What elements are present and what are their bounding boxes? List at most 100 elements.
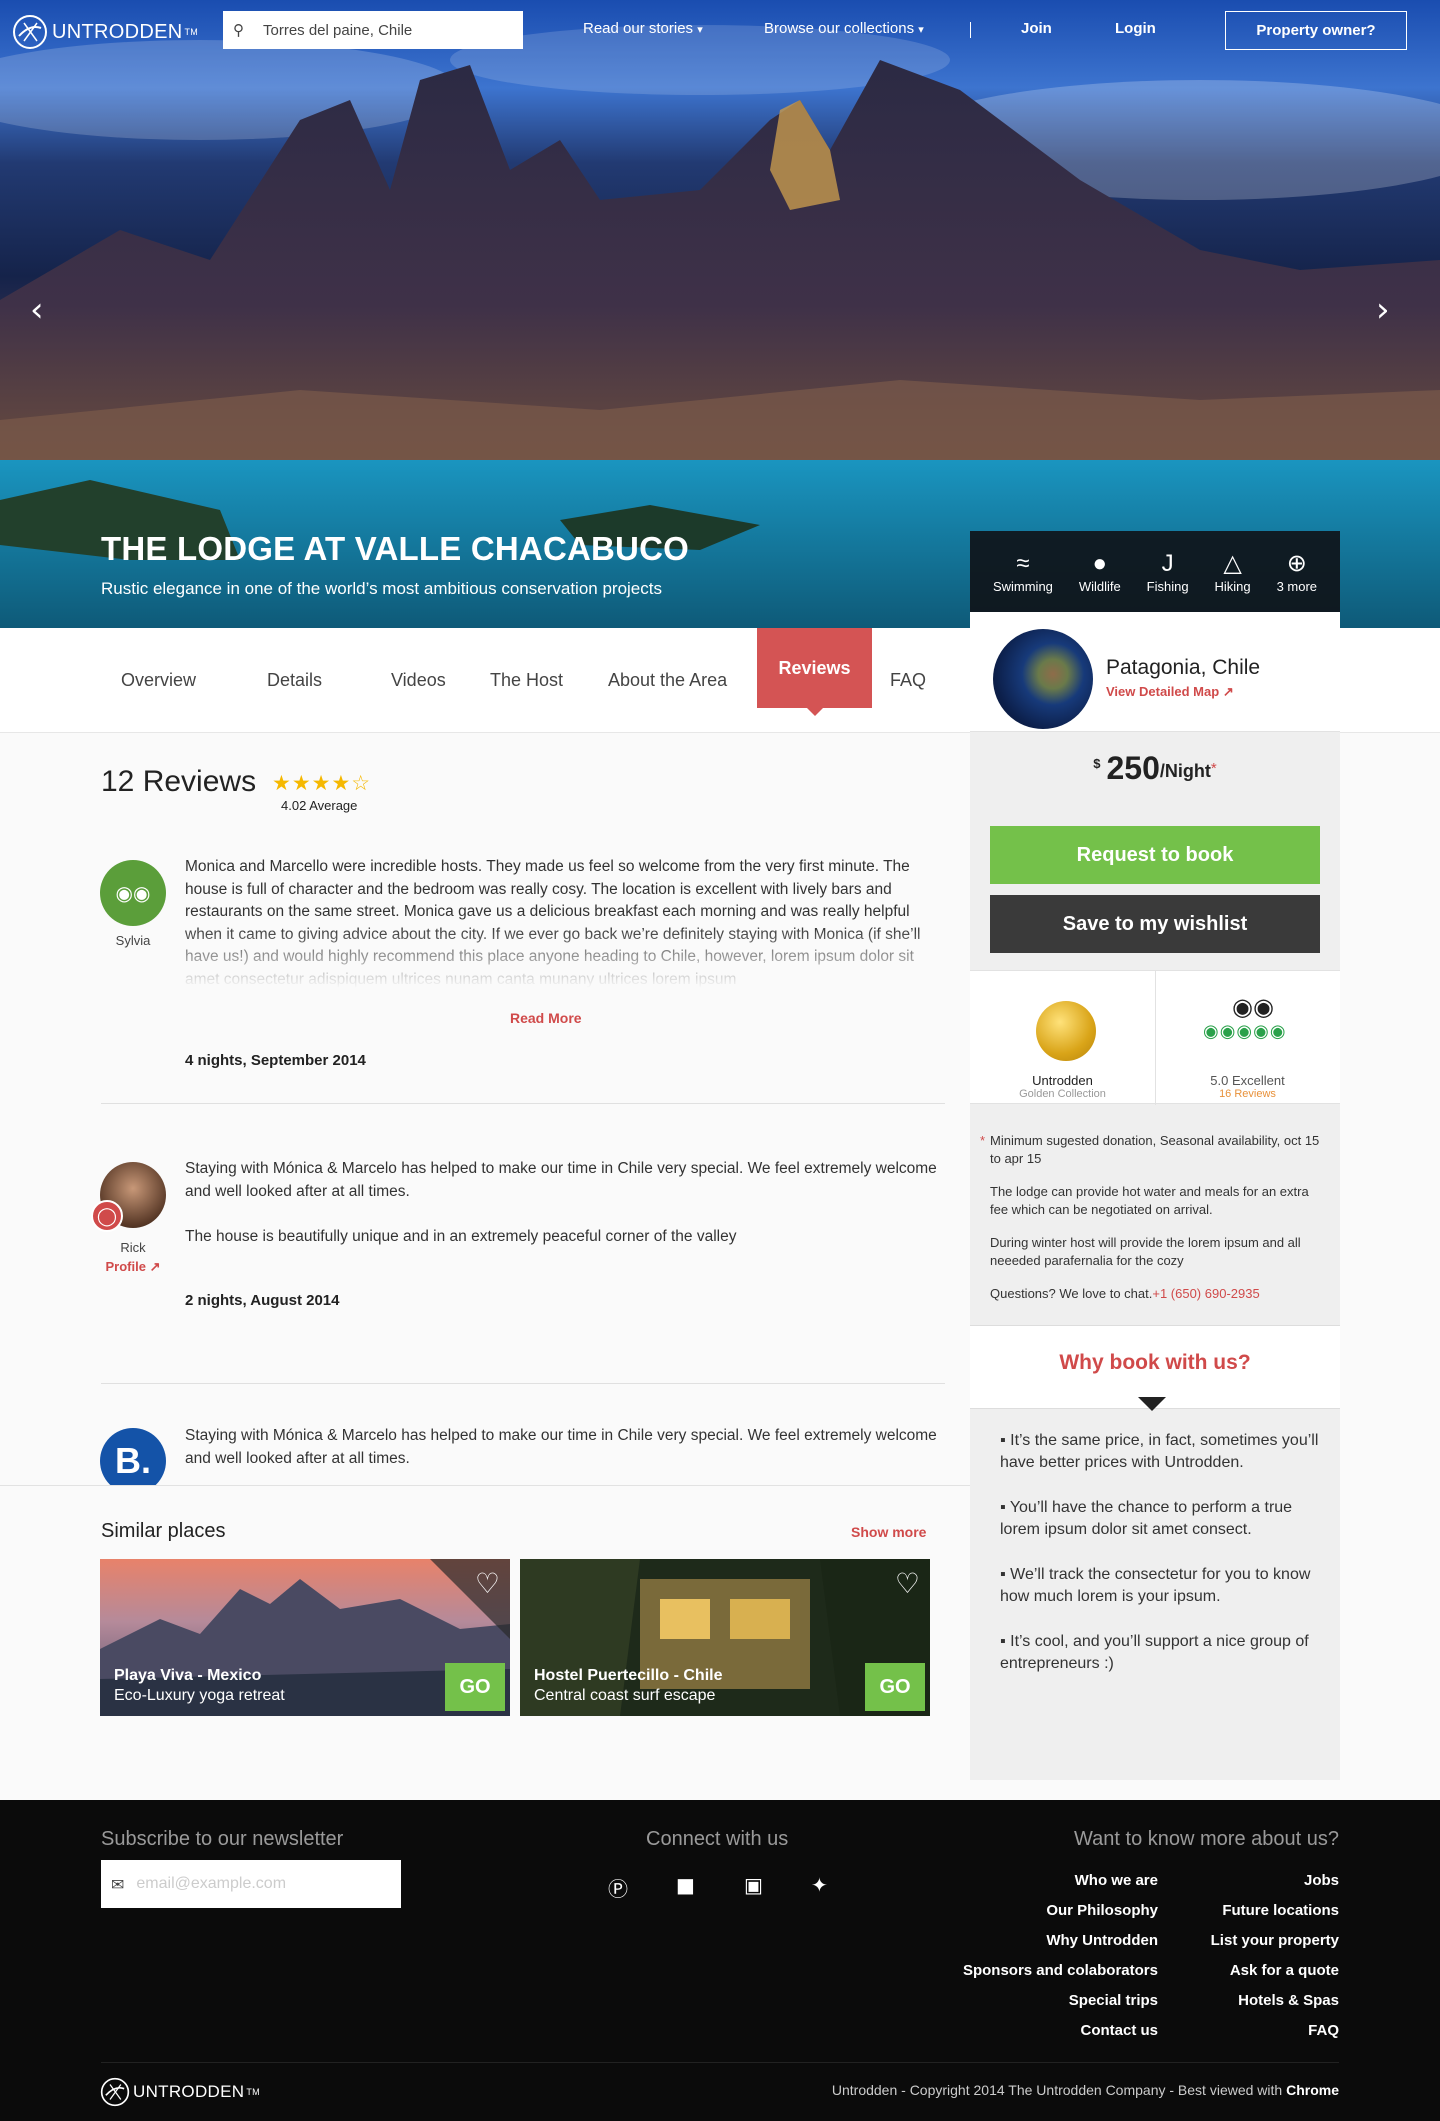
logo-tm: TM — [184, 27, 199, 37]
reviews-heading: 12 Reviews — [101, 765, 257, 798]
tripadvisor-avatar-icon: ◉◉ — [100, 860, 166, 926]
amenity-wildlife[interactable]: ● Wildlife — [1079, 531, 1121, 612]
page-title: THE LODGE AT VALLE CHACABUCO — [101, 530, 689, 567]
similar-card[interactable]: ♡ Hostel Puertecillo - Chile Central coa… — [520, 1559, 930, 1716]
page-subtitle: Rustic elegance in one of the world’s mo… — [101, 579, 662, 598]
nav-stories-link[interactable]: Read our stories ▾ — [583, 20, 703, 37]
login-link[interactable]: Login — [1115, 20, 1156, 37]
tripadvisor-review-count[interactable]: 16 Reviews — [1155, 1088, 1340, 1100]
heart-icon[interactable]: ♡ — [895, 1567, 920, 1600]
tripadvisor-owl-icon: ◉◉ — [1232, 993, 1274, 1021]
footer-link[interactable]: Future locations — [1170, 1902, 1339, 1932]
instagram-icon[interactable]: ▣ — [744, 1873, 763, 1897]
footer-link[interactable]: Ask for a quote — [1170, 1962, 1339, 1992]
review-divider — [101, 1103, 945, 1104]
logo-icon — [13, 15, 47, 49]
booking-notes: * Minimum sugested donation, Seasonal ava… — [980, 1132, 1320, 1318]
go-button[interactable]: GO — [445, 1663, 505, 1711]
badges-panel: Untrodden Golden Collection ◉◉ ◉◉◉◉◉ 5.0… — [970, 970, 1340, 1105]
tab-videos[interactable]: Videos — [391, 670, 446, 691]
more-about-title: Want to know more about us? — [1074, 1828, 1339, 1850]
logo-icon — [100, 2077, 130, 2107]
carousel-prev-icon[interactable]: ‹ — [30, 290, 44, 330]
footer-link[interactable]: Who we are — [900, 1872, 1158, 1902]
search-input[interactable]: ⚲ Torres del paine, Chile — [223, 11, 523, 49]
tab-the-host[interactable]: The Host — [490, 670, 563, 691]
footer-logo[interactable]: UNTRODDEN TM — [100, 2077, 260, 2107]
footer-link[interactable]: Why Untrodden — [900, 1932, 1158, 1962]
stay-duration: 4 nights, September 2014 — [185, 1052, 366, 1069]
go-button[interactable]: GO — [865, 1663, 925, 1711]
card-subtitle: Central coast surf escape — [534, 1687, 716, 1704]
footer-links-right: Jobs Future locations List your property… — [1170, 1872, 1339, 2052]
bullet-icon: ▪ — [1000, 1633, 1011, 1650]
carousel-next-icon[interactable]: › — [1376, 290, 1390, 330]
tab-overview[interactable]: Overview — [121, 670, 196, 691]
join-link[interactable]: Join — [1021, 20, 1052, 37]
card-title: Hostel Puertecillo - Chile — [534, 1667, 723, 1684]
note-asterisk: * — [980, 1133, 986, 1148]
location-panel: Patagonia, Chile View Detailed Map ↗ — [970, 612, 1340, 732]
tripadvisor-rating-icon: ◉◉◉◉◉ — [1203, 1021, 1287, 1042]
active-tab-caret — [806, 707, 824, 716]
footer-link[interactable]: FAQ — [1170, 2022, 1339, 2052]
review-text: Monica and Marcello were incredible host… — [185, 856, 945, 988]
logo-text: UNTRODDEN — [52, 20, 183, 43]
tab-details[interactable]: Details — [267, 670, 322, 691]
facebook-icon[interactable]: ■ — [676, 1873, 695, 1897]
similar-card[interactable]: ♡ Playa Viva - Mexico Eco-Luxury yoga re… — [100, 1559, 510, 1716]
location-title: Patagonia, Chile — [1106, 656, 1261, 679]
tab-reviews[interactable]: Reviews — [757, 628, 872, 708]
reviewer-name: Rick — [120, 1240, 146, 1255]
fishing-hook-icon: J — [1161, 550, 1174, 577]
phone-link[interactable]: +1 (650) 690-2935 — [1152, 1286, 1259, 1301]
footer-link[interactable]: Special trips — [900, 1992, 1158, 2022]
why-point: ▪ It’s cool, and you’ll support a nice g… — [1000, 1633, 1309, 1672]
hiking-icon: △ — [1223, 550, 1242, 577]
logo-tm: TM — [246, 2087, 260, 2097]
connect-title: Connect with us — [646, 1828, 789, 1850]
twitter-icon[interactable]: ✦ — [811, 1873, 828, 1897]
nav-collections-link[interactable]: Browse our collections ▾ — [764, 20, 924, 37]
price-value: 250 — [1106, 749, 1160, 786]
amenity-swimming[interactable]: ≈ Swimming — [993, 531, 1053, 612]
amenity-more[interactable]: ⊕ 3 more — [1277, 531, 1317, 612]
globe-map-icon[interactable] — [993, 629, 1093, 729]
golden-badge-title: Untrodden — [1032, 1073, 1093, 1088]
footer-link[interactable]: Sponsors and colaborators — [900, 1962, 1158, 1992]
tab-faq[interactable]: FAQ — [890, 670, 926, 691]
save-wishlist-button[interactable]: Save to my wishlist — [990, 895, 1320, 953]
amenity-fishing[interactable]: J Fishing — [1147, 531, 1189, 612]
reviewer-name: Sylvia — [115, 933, 151, 948]
property-owner-button[interactable]: Property owner? — [1225, 11, 1407, 50]
footer-link[interactable]: Hotels & Spas — [1170, 1992, 1339, 2022]
tab-about-area[interactable]: About the Area — [608, 670, 727, 691]
review-text: The house is beautifully unique and in a… — [185, 1228, 737, 1245]
pinterest-icon[interactable]: Ⓟ — [608, 1873, 628, 1902]
footer-link[interactable]: List your property — [1170, 1932, 1339, 1962]
card-title: Playa Viva - Mexico — [114, 1667, 262, 1684]
why-point: ▪ It’s the same price, in fact, sometime… — [1000, 1432, 1319, 1471]
read-more-link[interactable]: Read More — [510, 1010, 582, 1026]
request-to-book-button[interactable]: Request to book — [990, 826, 1320, 884]
review-text: Staying with Mónica & Marcelo has helped… — [185, 1427, 937, 1467]
note-questions: Questions? We love to chat.+1 (650) 690-… — [990, 1286, 1260, 1301]
bullet-icon: ▪ — [1000, 1566, 1011, 1583]
footer-link[interactable]: Our Philosophy — [900, 1902, 1158, 1932]
price-display: $ 250 /Night * — [970, 732, 1340, 804]
stay-duration: 2 nights, August 2014 — [185, 1292, 340, 1309]
amenity-hiking[interactable]: △ Hiking — [1215, 531, 1251, 612]
footer-link[interactable]: Contact us — [900, 2022, 1158, 2052]
chevron-down-icon: ▾ — [918, 24, 924, 36]
rating-stars: ★★★★☆ — [272, 772, 372, 795]
show-more-link[interactable]: Show more — [851, 1524, 926, 1540]
price-asterisk: * — [1210, 759, 1217, 777]
newsletter-email-input[interactable]: ✉ email@example.com — [101, 1860, 401, 1908]
reviewer-profile-link[interactable]: Profile ↗ — [100, 1259, 166, 1275]
logo[interactable]: UNTRODDEN TM — [12, 14, 198, 50]
footer-link[interactable]: Jobs — [1170, 1872, 1339, 1902]
plus-circle-icon: ⊕ — [1286, 550, 1307, 577]
detailed-map-link[interactable]: View Detailed Map ↗ — [1106, 684, 1234, 700]
top-navigation: UNTRODDEN TM ⚲ Torres del paine, Chile Re… — [0, 0, 1440, 62]
heart-icon[interactable]: ♡ — [475, 1567, 500, 1600]
